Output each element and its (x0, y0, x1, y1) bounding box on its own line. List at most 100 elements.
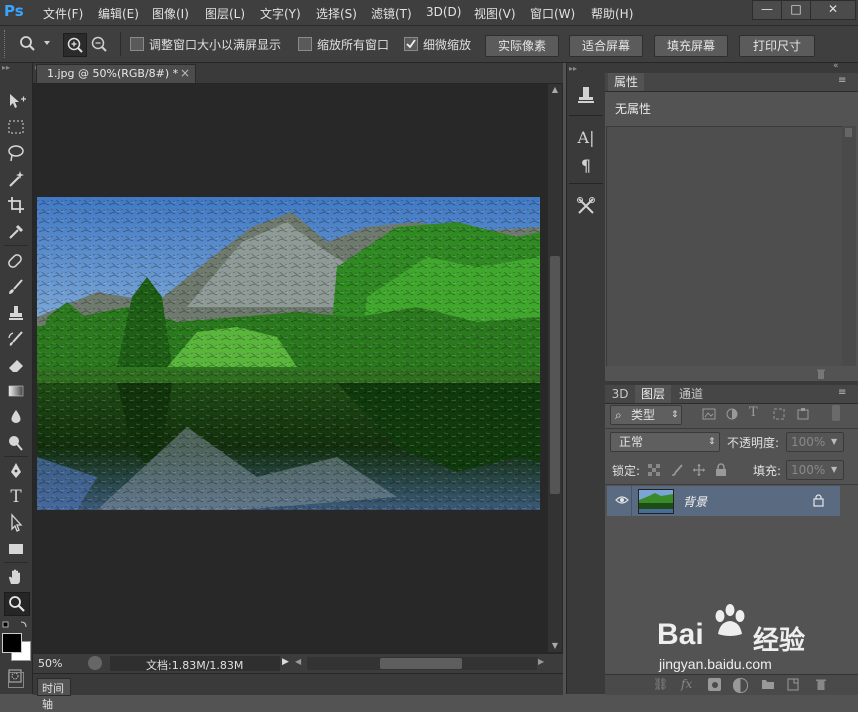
tab-channels[interactable]: 通道 (673, 385, 709, 403)
opacity-arrow-icon[interactable]: ▼ (831, 433, 837, 451)
filter-shape-layer-icon[interactable] (772, 407, 786, 421)
scrubby-zoom-checkbox[interactable] (404, 37, 418, 51)
panel-collapse-icon[interactable]: « (833, 61, 839, 71)
marquee-tool-icon[interactable] (4, 116, 28, 138)
history-panel-icon[interactable] (575, 84, 597, 106)
eye-icon[interactable] (615, 494, 629, 506)
resize-window-checkbox[interactable] (130, 37, 144, 51)
layer-row[interactable]: 背景 (607, 486, 840, 516)
layer-filter-dropdown[interactable]: ⌕ 类型 ⇕ (610, 405, 682, 425)
actual-pixels-button[interactable]: 实际像素 (485, 35, 559, 57)
properties-tab[interactable]: 属性 (608, 73, 644, 91)
default-colors-icon[interactable] (2, 620, 30, 630)
link-layers-icon[interactable]: ⛓ (653, 677, 668, 691)
zoom-level[interactable]: 50% (38, 657, 62, 670)
layer-thumbnail[interactable] (638, 489, 674, 514)
crop-tool-icon[interactable] (4, 194, 28, 216)
foreground-color-swatch[interactable] (2, 633, 22, 653)
history-brush-tool-icon[interactable] (4, 328, 28, 350)
pen-tool-icon[interactable] (4, 460, 28, 482)
paragraph-panel-icon[interactable]: ¶ (575, 155, 597, 177)
blend-mode-dropdown[interactable]: 正常 ⇕ (610, 432, 720, 452)
status-share-icon[interactable] (88, 656, 102, 670)
blur-tool-icon[interactable] (4, 406, 28, 428)
timeline-tab[interactable]: 时间轴 (37, 678, 71, 711)
properties-scrollbar[interactable] (842, 126, 856, 366)
eyedropper-tool-icon[interactable] (4, 220, 28, 242)
menu-type[interactable]: 文字(Y) (260, 5, 301, 22)
menu-file[interactable]: 文件(F) (43, 5, 83, 22)
hand-tool-icon[interactable] (4, 566, 28, 588)
path-selection-tool-icon[interactable] (4, 512, 28, 534)
adjustment-layer-icon[interactable] (733, 678, 748, 693)
hscroll-right-arrow-icon[interactable]: ▶ (538, 657, 548, 669)
close-tab-icon[interactable]: × (180, 66, 190, 80)
add-mask-icon[interactable] (708, 678, 721, 691)
layers-panel-menu-icon[interactable]: ≡ (838, 387, 846, 398)
trash-icon[interactable] (815, 368, 827, 380)
menu-image[interactable]: 图像(I) (152, 5, 189, 22)
new-layer-icon[interactable] (787, 678, 799, 691)
menu-help[interactable]: 帮助(H) (591, 5, 633, 22)
lock-transparent-pixels-icon[interactable] (648, 464, 660, 476)
horizontal-scroll-thumb[interactable] (380, 658, 462, 669)
zoom-in-button[interactable] (63, 33, 87, 57)
tools-collapse-grip[interactable]: ▸▸ (2, 64, 30, 72)
zoom-tool-preset-picker[interactable] (16, 32, 56, 54)
layer-style-icon[interactable]: fx (681, 677, 692, 691)
rectangle-tool-icon[interactable] (4, 538, 28, 560)
dodge-tool-icon[interactable] (4, 432, 28, 454)
status-menu-arrow-icon[interactable]: ▶ (282, 657, 292, 669)
hscroll-left-arrow-icon[interactable]: ◀ (295, 657, 305, 669)
eraser-tool-icon[interactable] (4, 354, 28, 376)
filter-toggle-switch[interactable] (832, 405, 840, 421)
scroll-down-arrow-icon[interactable]: ▼ (550, 641, 560, 651)
zoom-out-button[interactable] (88, 33, 110, 55)
document-image[interactable] (37, 197, 540, 510)
opacity-input[interactable]: 100% ▼ (786, 432, 844, 452)
minimize-button[interactable]: — (752, 0, 782, 20)
fill-input[interactable]: 100% ▼ (786, 460, 844, 480)
lock-position-icon[interactable] (692, 463, 706, 477)
fill-screen-button[interactable]: 填充屏幕 (654, 35, 728, 57)
menu-3d[interactable]: 3D(D) (426, 5, 461, 19)
dock-grip[interactable]: ▸▸ (569, 65, 603, 73)
filter-smart-object-icon[interactable] (796, 407, 810, 421)
document-tab[interactable]: 1.jpg @ 50%(RGB/8#) * × (36, 64, 196, 83)
fill-arrow-icon[interactable]: ▼ (831, 461, 837, 479)
zoom-tool-icon[interactable] (4, 592, 30, 616)
menu-window[interactable]: 窗口(W) (530, 5, 575, 22)
scroll-up-arrow-icon[interactable]: ▲ (550, 85, 560, 95)
vertical-scroll-thumb[interactable] (550, 256, 560, 494)
menu-filter[interactable]: 滤镜(T) (371, 5, 412, 22)
options-grip[interactable] (4, 30, 11, 58)
menu-edit[interactable]: 编辑(E) (98, 5, 139, 22)
healing-brush-tool-icon[interactable] (4, 250, 28, 272)
magic-wand-tool-icon[interactable] (4, 168, 28, 190)
delete-layer-icon[interactable] (815, 678, 827, 691)
fit-screen-button[interactable]: 适合屏幕 (569, 35, 643, 57)
menu-layer[interactable]: 图层(L) (205, 5, 245, 22)
filter-pixel-layer-icon[interactable] (702, 407, 716, 421)
menu-view[interactable]: 视图(V) (474, 5, 516, 22)
maximize-button[interactable]: □ (781, 0, 811, 20)
tab-3d[interactable]: 3D (608, 385, 632, 403)
filter-type-layer-icon[interactable]: T (749, 405, 763, 421)
tab-layers[interactable]: 图层 (635, 385, 671, 403)
lasso-tool-icon[interactable] (4, 142, 28, 164)
properties-panel-menu-icon[interactable]: ≡ (838, 75, 846, 86)
brush-tool-icon[interactable] (4, 276, 28, 298)
print-size-button[interactable]: 打印尺寸 (739, 35, 815, 57)
move-tool-icon[interactable] (4, 90, 28, 112)
lock-all-icon[interactable] (715, 463, 727, 477)
close-button[interactable]: ✕ (810, 0, 856, 20)
character-panel-icon[interactable]: A| (575, 127, 597, 149)
new-group-icon[interactable] (761, 678, 775, 690)
filter-adjustment-layer-icon[interactable] (725, 407, 739, 421)
tool-presets-panel-icon[interactable] (575, 195, 597, 217)
clone-stamp-tool-icon[interactable] (4, 302, 28, 324)
type-tool-icon[interactable]: T (4, 486, 28, 508)
zoom-all-windows-checkbox[interactable] (298, 37, 312, 51)
properties-scroll-thumb[interactable] (845, 128, 852, 137)
gradient-tool-icon[interactable] (4, 380, 28, 402)
